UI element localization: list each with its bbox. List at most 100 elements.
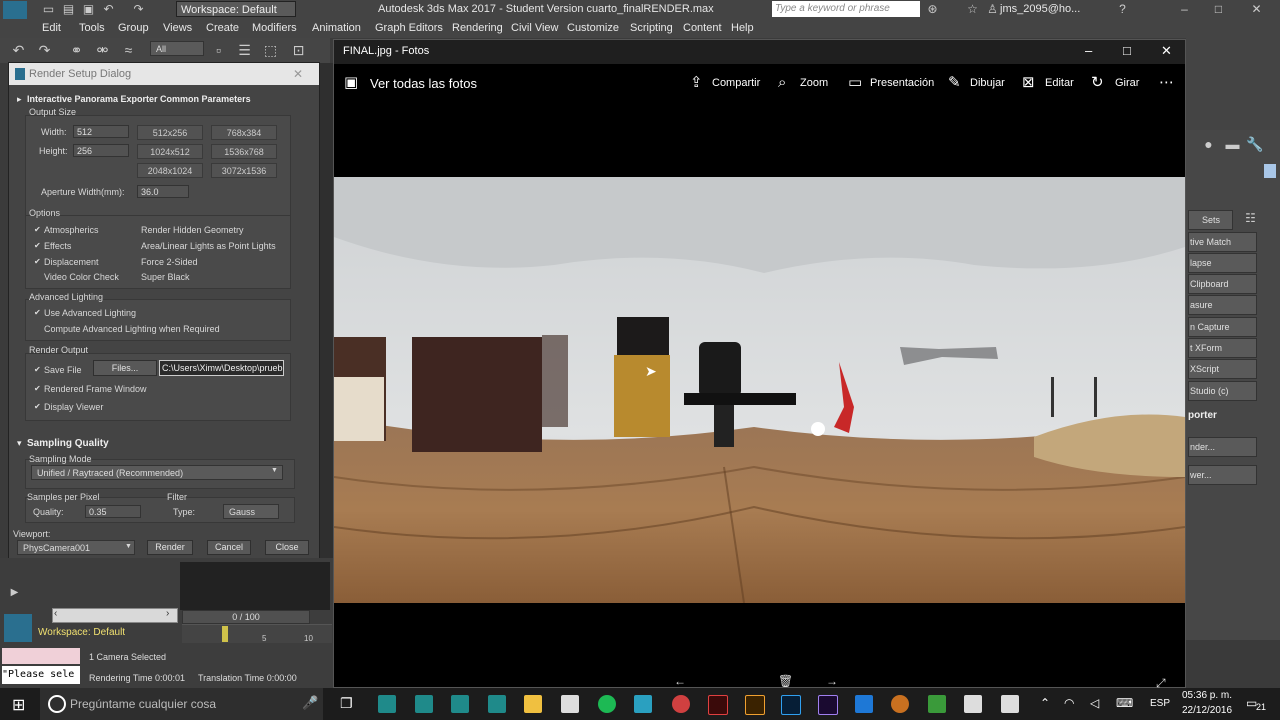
utility-item-3[interactable]: Clipboard <box>1188 274 1257 294</box>
menu-modifiers[interactable]: Modifiers <box>252 22 297 34</box>
utility-item-7[interactable]: XScript <box>1188 359 1257 379</box>
dialog-close-icon[interactable]: ✕ <box>293 67 303 81</box>
cancel-button[interactable]: Cancel <box>207 540 251 555</box>
share-icon[interactable]: ⇪ <box>690 74 703 91</box>
spotify-icon[interactable] <box>598 695 616 713</box>
app-autodesk-icon[interactable] <box>672 695 690 713</box>
rotate-button[interactable]: Girar <box>1115 77 1139 89</box>
preset-1024x512[interactable]: 1024x512 <box>137 144 203 159</box>
app-3dsmax4-icon[interactable] <box>488 695 506 713</box>
search-input[interactable]: Type a keyword or phrase <box>772 1 920 17</box>
menu-scripting[interactable]: Scripting <box>630 22 673 34</box>
edit-button[interactable]: Editar <box>1045 77 1074 89</box>
menu-rendering[interactable]: Rendering <box>452 22 503 34</box>
configure-sets-icon[interactable]: ☷ <box>1242 210 1259 227</box>
panorama-image[interactable]: ➤ <box>334 177 1185 603</box>
maximize-icon[interactable]: □ <box>1210 1 1227 18</box>
undo-icon[interactable]: ↶ <box>100 1 117 18</box>
region-select-icon[interactable]: ⬚ <box>262 42 279 59</box>
minimize-icon[interactable]: – <box>1176 1 1193 18</box>
preset-2048x1024[interactable]: 2048x1024 <box>137 163 203 178</box>
files-button[interactable]: Files... <box>93 360 157 376</box>
compute-advanced-checkbox[interactable] <box>34 325 41 332</box>
wifi-icon[interactable]: ◠ <box>1064 696 1074 710</box>
store-icon[interactable] <box>561 695 579 713</box>
redo-icon[interactable]: ↷ <box>130 1 147 18</box>
rendered-frame-window-checkbox[interactable]: ✔ <box>34 385 41 393</box>
time-slider-next-icon[interactable]: › <box>166 608 169 619</box>
common-params-rollout-title[interactable]: Interactive Panorama Exporter Common Par… <box>27 94 251 104</box>
display-viewer-checkbox[interactable]: ✔ <box>34 403 41 411</box>
draw-button[interactable]: Dibujar <box>970 77 1005 89</box>
color-swatch[interactable] <box>1264 164 1276 178</box>
sampling-mode-select[interactable]: Unified / Raytraced (Recommended) <box>31 465 283 480</box>
utility-item-6[interactable]: t XForm <box>1188 338 1257 358</box>
photos-app-icon[interactable] <box>1001 695 1019 713</box>
output-path-field[interactable]: C:\Users\Ximw\Desktop\prueb.jp <box>159 360 284 376</box>
status-workspace[interactable]: Workspace: Default <box>38 627 125 638</box>
menu-tools[interactable]: Tools <box>79 22 105 34</box>
next-photo-icon[interactable]: → <box>826 674 838 688</box>
width-spinner[interactable]: 512 <box>73 125 129 138</box>
preset-768x384[interactable]: 768x384 <box>211 125 277 140</box>
utility-item-5[interactable]: n Capture <box>1188 317 1257 337</box>
workspace-select[interactable]: Workspace: Default <box>176 1 296 17</box>
clock-time[interactable]: 05:36 p. m. <box>1182 690 1232 701</box>
menu-civil-view[interactable]: Civil View <box>511 22 558 34</box>
maxscript-listener[interactable]: "Please sele <box>2 666 80 684</box>
star-icon[interactable]: ☆ <box>964 1 981 18</box>
atmospherics-checkbox[interactable]: ✔ <box>34 226 41 234</box>
save-file-checkbox[interactable]: ✔ <box>34 366 41 374</box>
play-icon[interactable]: ▶ <box>6 584 23 601</box>
binoculars-icon[interactable]: ⊛ <box>924 1 941 18</box>
new-file-icon[interactable]: ▭ <box>40 1 57 18</box>
bind-spacewarp-icon[interactable]: ≈ <box>120 42 137 59</box>
sampling-rollout-title[interactable]: Sampling Quality <box>27 438 109 449</box>
select-by-name-icon[interactable]: ☰ <box>236 42 253 59</box>
sampling-mode-chevron-down-icon[interactable]: ▼ <box>271 467 278 474</box>
draw-icon[interactable]: ✎ <box>948 74 961 91</box>
microphone-icon[interactable]: 🎤 <box>302 695 318 711</box>
area-lights-checkbox[interactable] <box>131 242 138 249</box>
wrench-icon[interactable]: 🔧 <box>1246 136 1263 153</box>
app-3dsmax3-icon[interactable] <box>451 695 469 713</box>
view-all-photos-link[interactable]: Ver todas las fotos <box>370 76 477 91</box>
preset-1536x768[interactable]: 1536x768 <box>211 144 277 159</box>
selection-filter-select[interactable]: All <box>150 41 204 56</box>
menu-graph-editors[interactable]: Graph Editors <box>375 22 443 34</box>
render-button[interactable]: Render <box>147 540 193 555</box>
zoom-icon[interactable]: ⌕ <box>778 74 786 91</box>
quality-spinner[interactable]: 0.35 <box>85 505 141 518</box>
window-crossing-icon[interactable]: ⊡ <box>290 42 307 59</box>
preset-512x256[interactable]: 512x256 <box>137 125 203 140</box>
effects-checkbox[interactable]: ✔ <box>34 242 41 250</box>
zoom-button[interactable]: Zoom <box>800 77 828 89</box>
file-explorer-icon[interactable] <box>524 695 542 713</box>
monitor-icon[interactable]: ▬ <box>1224 136 1241 153</box>
language-indicator[interactable]: ESP <box>1150 698 1170 709</box>
photoshop-icon[interactable] <box>781 695 801 715</box>
utility-item-2[interactable]: lapse <box>1188 253 1257 273</box>
slideshow-button[interactable]: Presentación <box>870 77 934 89</box>
exporter-rollout-title[interactable]: porter <box>1188 410 1217 421</box>
redo-icon[interactable]: ↷ <box>36 42 53 59</box>
illustrator-icon[interactable] <box>745 695 765 715</box>
photos-close-icon[interactable]: ✕ <box>1161 43 1172 59</box>
menu-customize[interactable]: Customize <box>567 22 619 34</box>
viewport-select[interactable]: PhysCamera001 <box>17 540 135 555</box>
user-icon[interactable]: ♙ <box>984 1 1001 18</box>
display-icon[interactable]: ● <box>1200 136 1217 153</box>
render-setup-title-bar[interactable]: Render Setup Dialog ✕ <box>9 63 319 85</box>
time-slider-prev-icon[interactable]: ‹ <box>54 608 57 619</box>
user-name[interactable]: jms_2095@ho... <box>1000 3 1080 15</box>
app-3dsmax2-icon[interactable] <box>415 695 433 713</box>
displacement-checkbox[interactable]: ✔ <box>34 258 41 266</box>
exporter-viewer-button[interactable]: wer... <box>1188 465 1257 485</box>
menu-animation[interactable]: Animation <box>312 22 361 34</box>
camtasia-icon[interactable] <box>964 695 982 713</box>
open-file-icon[interactable]: ▤ <box>60 1 77 18</box>
utility-item-4[interactable]: asure <box>1188 295 1257 315</box>
menu-create[interactable]: Create <box>206 22 239 34</box>
super-black-checkbox[interactable] <box>131 273 138 280</box>
current-frame-marker[interactable] <box>222 626 228 642</box>
